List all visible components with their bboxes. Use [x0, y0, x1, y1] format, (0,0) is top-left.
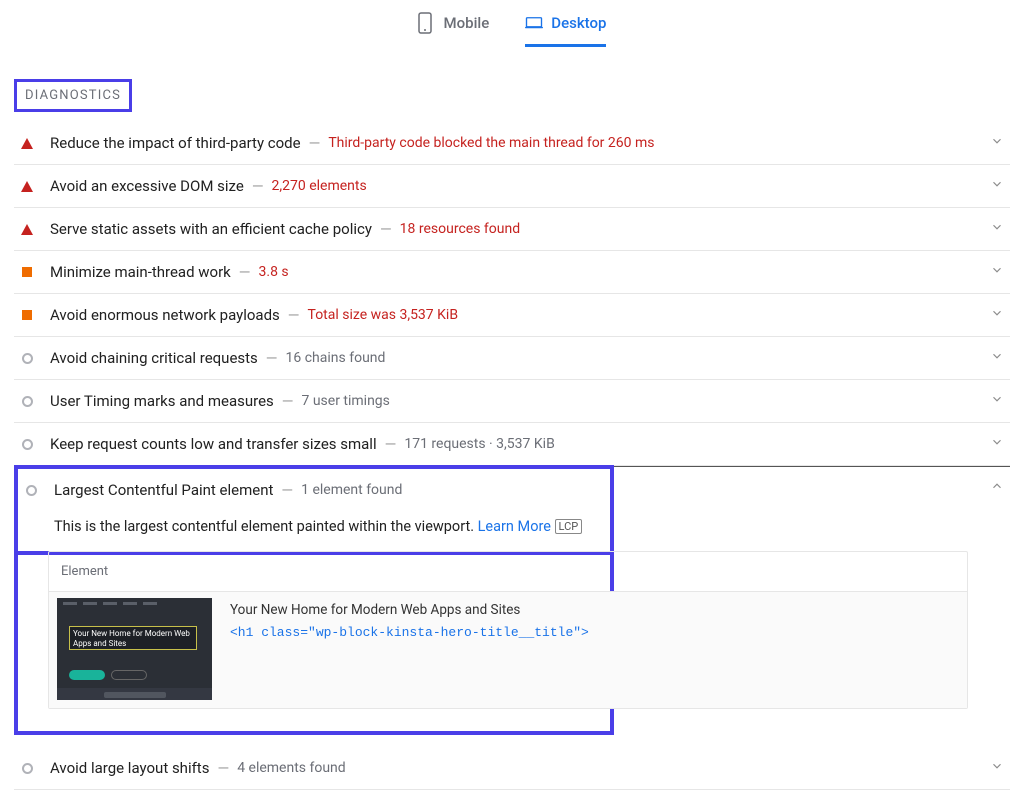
- element-thumbnail: Your New Home for Modern Web Apps and Si…: [57, 598, 212, 700]
- desktop-icon: [525, 10, 543, 36]
- diag-title: Serve static assets with an efficient ca…: [50, 220, 372, 238]
- mobile-icon: [418, 10, 436, 36]
- element-header: Element: [49, 552, 967, 592]
- learn-more-link[interactable]: Learn More: [478, 518, 551, 535]
- error-icon: [16, 138, 38, 149]
- diag-title: Largest Contentful Paint element: [54, 481, 273, 499]
- element-selector: <h1 class="wp-block-kinsta-hero-title__t…: [230, 625, 589, 640]
- diag-detail: 2,270 elements: [272, 178, 367, 194]
- diag-detail: 7 user timings: [301, 393, 389, 409]
- chevron-down-icon: [990, 306, 1004, 324]
- warn-icon: [16, 310, 38, 320]
- diag-detail: Third-party code blocked the main thread…: [328, 135, 654, 151]
- diag-title: Avoid chaining critical requests: [50, 349, 258, 367]
- diag-title: Avoid large layout shifts: [50, 759, 209, 777]
- diag-title: Avoid an excessive DOM size: [50, 177, 244, 195]
- chevron-down-icon: [990, 220, 1004, 238]
- diag-title: Minimize main-thread work: [50, 263, 231, 281]
- chevron-down-icon: [990, 759, 1004, 777]
- diag-title: Avoid enormous network payloads: [50, 306, 280, 324]
- diag-row-lcp[interactable]: Largest Contentful Paint element — 1 ele…: [18, 469, 610, 512]
- lcp-panel: Largest Contentful Paint element — 1 ele…: [14, 465, 614, 555]
- diag-detail: Total size was 3,537 KiB: [308, 307, 459, 323]
- lcp-tag: LCP: [555, 519, 583, 534]
- info-icon: [16, 353, 38, 364]
- diag-row-third-party[interactable]: Reduce the impact of third-party code — …: [14, 122, 1010, 165]
- diag-detail: 4 elements found: [237, 760, 346, 776]
- tab-desktop[interactable]: Desktop: [525, 10, 606, 47]
- diag-title: User Timing marks and measures: [50, 392, 274, 410]
- chevron-down-icon: [990, 177, 1004, 195]
- warn-icon: [16, 267, 38, 277]
- chevron-down-icon: [990, 134, 1004, 152]
- chevron-down-icon: [990, 392, 1004, 410]
- info-icon: [20, 485, 42, 496]
- chevron-down-icon: [990, 349, 1004, 367]
- error-icon: [16, 181, 38, 192]
- tab-mobile[interactable]: Mobile: [418, 10, 490, 47]
- device-tabs: Mobile Desktop: [0, 0, 1024, 53]
- diag-row-user-timing[interactable]: User Timing marks and measures — 7 user …: [14, 380, 1010, 423]
- lcp-element-card: Element Your New Home for Modern Web App…: [48, 551, 968, 709]
- diag-detail: 18 resources found: [400, 221, 520, 237]
- info-icon: [16, 396, 38, 407]
- diag-row-critical-requests[interactable]: Avoid chaining critical requests — 16 ch…: [14, 337, 1010, 380]
- info-icon: [16, 763, 38, 774]
- diagnostics-heading: DIAGNOSTICS: [14, 79, 132, 112]
- chevron-up-icon[interactable]: [990, 479, 1004, 497]
- diag-detail: 3.8 s: [259, 264, 289, 280]
- chevron-down-icon: [990, 435, 1004, 453]
- diag-detail: 1 element found: [301, 482, 402, 498]
- lcp-description: This is the largest contentful element p…: [18, 512, 610, 551]
- diag-row-layout-shifts[interactable]: Avoid large layout shifts — 4 elements f…: [14, 747, 1010, 790]
- diag-detail: 16 chains found: [286, 350, 386, 366]
- diag-row-request-counts[interactable]: Keep request counts low and transfer siz…: [14, 423, 1010, 466]
- diag-row-network-payloads[interactable]: Avoid enormous network payloads — Total …: [14, 294, 1010, 337]
- diag-row-dom-size[interactable]: Avoid an excessive DOM size — 2,270 elem…: [14, 165, 1010, 208]
- diag-row-main-thread[interactable]: Minimize main-thread work — 3.8 s: [14, 251, 1010, 294]
- tab-desktop-label: Desktop: [551, 14, 606, 32]
- info-icon: [16, 439, 38, 450]
- error-icon: [16, 224, 38, 235]
- diag-detail: 171 requests · 3,537 KiB: [404, 436, 554, 452]
- tab-mobile-label: Mobile: [444, 14, 490, 32]
- diag-row-cache-policy[interactable]: Serve static assets with an efficient ca…: [14, 208, 1010, 251]
- element-caption: Your New Home for Modern Web Apps and Si…: [230, 602, 589, 618]
- chevron-down-icon: [990, 263, 1004, 281]
- diag-title: Keep request counts low and transfer siz…: [50, 435, 377, 453]
- diag-title: Reduce the impact of third-party code: [50, 134, 301, 152]
